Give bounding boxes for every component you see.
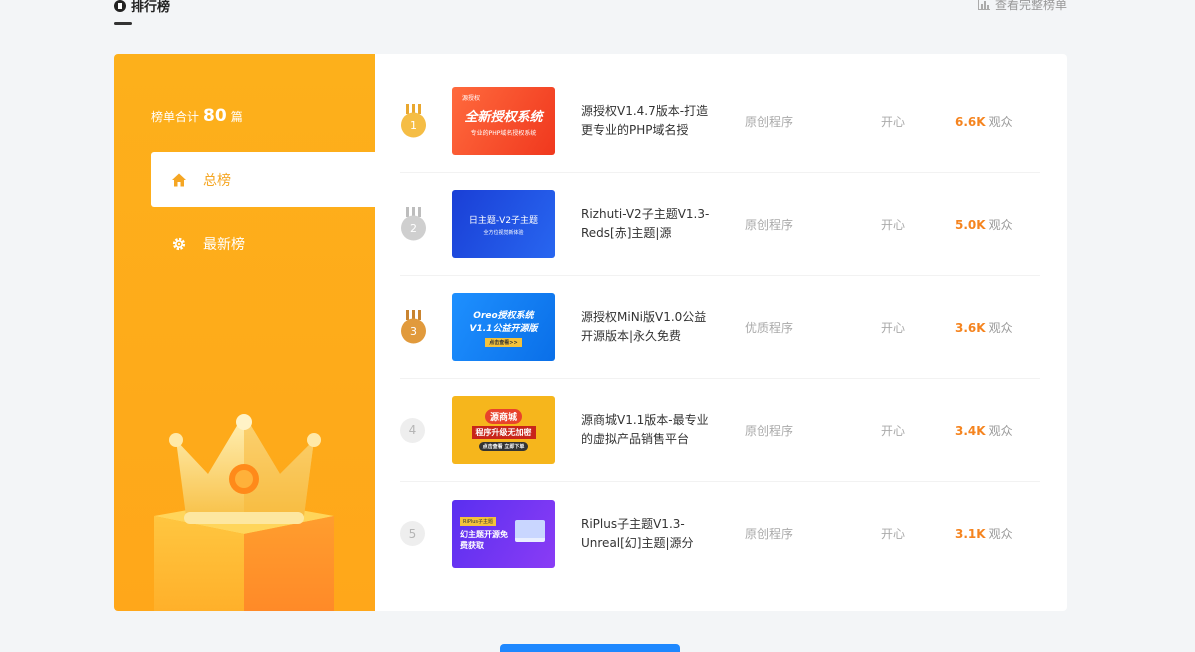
post-views: 3.4K 观众	[955, 422, 1013, 439]
svg-text:2: 2	[410, 222, 417, 235]
total-suffix: 篇	[230, 110, 243, 124]
section-title: 排行榜	[114, 0, 170, 15]
post-title[interactable]: 源商城V1.1版本-最专业的虚拟产品销售平台	[581, 411, 715, 449]
ranking-row: 5 RiPlus子主题 幻主题开源免费获取 RiPlus子主题V1.3-Unre…	[400, 482, 1040, 585]
thumb-headline: 幻主题开源免费获取	[460, 529, 508, 550]
total-count: 榜单合计 80 篇	[151, 106, 243, 126]
section-header: 排行榜 查看完整榜单	[114, 0, 1067, 25]
post-title[interactable]: Rizhuti-V2子主题V1.3-Reds[赤]主题|源	[581, 205, 715, 243]
thumb-subtext: V1.1公益开源版	[469, 323, 538, 334]
thumb-headline: 日主题-V2子主题	[468, 215, 539, 226]
post-author[interactable]: 开心	[881, 113, 905, 130]
ranking-card: 榜单合计 80 篇 总榜 最新榜 1 源授权 全新授权系统 专业的PHP域名授权…	[114, 54, 1067, 611]
ranking-sidebar: 榜单合计 80 篇 总榜 最新榜	[114, 54, 375, 611]
total-number: 80	[203, 106, 227, 126]
views-count: 3.6K	[955, 320, 986, 335]
silver-medal-icon: 2	[401, 207, 426, 241]
views-unit: 观众	[988, 320, 1013, 335]
post-views: 3.1K 观众	[955, 525, 1013, 542]
nav-item-label: 总榜	[203, 172, 231, 189]
crown-illustration	[114, 404, 375, 611]
thumb-subtext: 全方位视觉新体验	[483, 229, 524, 236]
post-author[interactable]: 开心	[881, 319, 905, 336]
post-author[interactable]: 开心	[881, 525, 905, 542]
gold-medal-icon: 1	[401, 104, 426, 138]
thumb-tag: 源授权	[462, 95, 481, 102]
rank-medal: 2	[400, 207, 452, 241]
nav-item-latest[interactable]: 最新榜	[151, 216, 375, 271]
thumb-subtext: 程序升级无加密	[471, 426, 536, 439]
views-unit: 观众	[988, 114, 1013, 129]
ranking-row: 4 源商城 程序升级无加密 点击查看 立即下单 源商城V1.1版本-最专业的虚拟…	[400, 379, 1040, 482]
post-views: 6.6K 观众	[955, 113, 1013, 130]
views-count: 5.0K	[955, 217, 986, 232]
view-full-ranking-label: 查看完整榜单	[994, 0, 1067, 12]
rank-number: 4	[400, 417, 452, 443]
post-thumbnail[interactable]: 源商城 程序升级无加密 点击查看 立即下单	[452, 396, 555, 464]
views-count: 3.4K	[955, 423, 986, 438]
post-category[interactable]: 优质程序	[745, 319, 793, 336]
load-more-button[interactable]	[500, 644, 680, 652]
svg-text:3: 3	[410, 325, 417, 338]
ranking-row: 3 Oreo授权系统 V1.1公益开源版 点击查看>> 源授权MiNi版V1.0…	[400, 276, 1040, 379]
post-author[interactable]: 开心	[881, 216, 905, 233]
post-title[interactable]: 源授权V1.4.7版本-打造更专业的PHP域名授	[581, 102, 715, 140]
svg-text:1: 1	[410, 119, 417, 132]
ranking-row: 2 日主题-V2子主题 全方位视觉新体验 Rizhuti-V2子主题V1.3-R…	[400, 173, 1040, 276]
ranking-icon	[114, 0, 126, 12]
ranking-row: 1 源授权 全新授权系统 专业的PHP域名授权系统 源授权V1.4.7版本-打造…	[400, 70, 1040, 173]
gear-icon	[171, 236, 187, 252]
views-count: 6.6K	[955, 114, 986, 129]
post-thumbnail[interactable]: 源授权 全新授权系统 专业的PHP域名授权系统	[452, 87, 555, 155]
view-full-ranking-link[interactable]: 查看完整榜单	[977, 0, 1067, 13]
rank-badge: 5	[400, 521, 425, 546]
views-unit: 观众	[988, 423, 1013, 438]
views-count: 3.1K	[955, 527, 986, 541]
post-author[interactable]: 开心	[881, 422, 905, 439]
views-unit: 观众	[988, 527, 1013, 541]
post-thumbnail[interactable]: RiPlus子主题 幻主题开源免费获取	[452, 499, 555, 568]
post-thumbnail[interactable]: Oreo授权系统 V1.1公益开源版 点击查看>>	[452, 293, 555, 361]
post-category[interactable]: 原创程序	[745, 422, 793, 439]
bar-chart-icon	[977, 0, 990, 10]
thumb-headline: 全新授权系统	[464, 109, 543, 125]
post-views: 5.0K 观众	[955, 216, 1013, 233]
nav-item-label: 最新榜	[203, 236, 245, 253]
thumb-tag: RiPlus子主题	[460, 516, 497, 526]
thumb-headline: 源商城	[484, 409, 522, 424]
views-unit: 观众	[988, 217, 1013, 232]
section-title-text: 排行榜	[131, 0, 171, 15]
nav-item-overall[interactable]: 总榜	[151, 152, 375, 207]
post-views: 3.6K 观众	[955, 319, 1013, 336]
title-underline	[114, 22, 132, 25]
rank-medal: 1	[400, 104, 452, 138]
post-category[interactable]: 原创程序	[745, 113, 793, 130]
thumb-subtext: 专业的PHP域名授权系统	[470, 129, 537, 137]
total-prefix: 榜单合计	[151, 110, 200, 124]
rank-number: 5	[400, 521, 452, 546]
post-thumbnail[interactable]: 日主题-V2子主题 全方位视觉新体验	[452, 190, 555, 258]
post-title[interactable]: RiPlus子主题V1.3-Unreal[幻]主题|源分	[581, 515, 715, 553]
rank-badge: 4	[400, 417, 425, 443]
post-category[interactable]: 原创程序	[745, 216, 793, 233]
home-icon	[171, 172, 187, 188]
rank-medal: 3	[400, 310, 452, 344]
thumb-tag: 点击查看 立即下单	[478, 442, 529, 451]
laptop-graphic	[515, 519, 545, 542]
post-category[interactable]: 原创程序	[745, 525, 793, 542]
post-title[interactable]: 源授权MiNi版V1.0公益开源版本|永久免费	[581, 308, 715, 346]
thumb-headline: Oreo授权系统	[473, 310, 534, 321]
bronze-medal-icon: 3	[401, 310, 426, 344]
thumb-tag: 点击查看>>	[485, 337, 522, 347]
ranking-list: 1 源授权 全新授权系统 专业的PHP域名授权系统 源授权V1.4.7版本-打造…	[400, 70, 1040, 585]
